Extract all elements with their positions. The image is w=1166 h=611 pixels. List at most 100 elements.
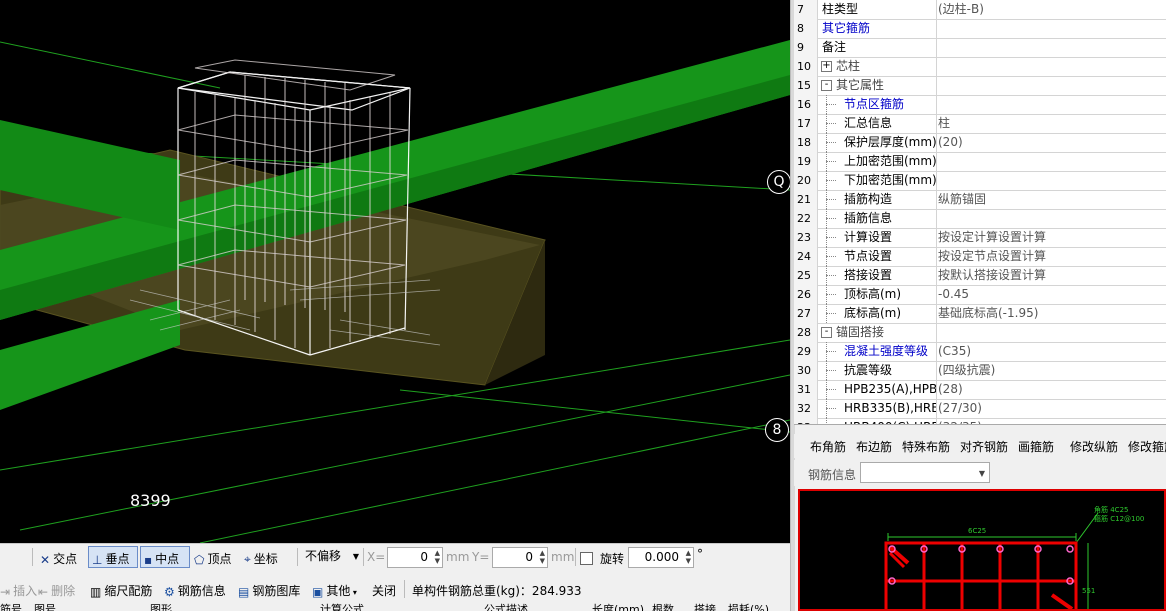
property-row[interactable]: 8 其它箍筋	[794, 19, 1166, 39]
3d-viewport[interactable]: Q 8 8399	[0, 0, 790, 543]
property-value[interactable]: (20)	[936, 133, 1166, 152]
layout-edge-rebar-button[interactable]: 布边筋	[856, 438, 892, 455]
property-row[interactable]: 27 底标高(m) 基础底标高(-1.95)	[794, 304, 1166, 324]
property-value[interactable]: (28)	[936, 380, 1166, 399]
property-value[interactable]	[936, 19, 1166, 38]
column-section-preview[interactable]: 6C25 角筋 4C25 箍筋 C12@100 551	[798, 489, 1166, 611]
column-header[interactable]: 搭接	[694, 603, 716, 611]
property-row[interactable]: 10 + 芯柱	[794, 57, 1166, 77]
property-row[interactable]: 15- 其它属性	[794, 76, 1166, 96]
property-value[interactable]: (32/35)	[936, 418, 1166, 424]
property-grid[interactable]: 7 柱类型 (边柱-B) 8 其它箍筋 9 备注 10 + 芯柱 15- 其它属性 16 节点区箍筋 17 汇…	[794, 0, 1166, 425]
align-rebar-button[interactable]: 对齐钢筋	[960, 438, 1008, 455]
rebar-library-button[interactable]: ▤ 钢筋图库	[238, 582, 300, 599]
property-value[interactable]: (27/30)	[936, 399, 1166, 418]
property-value[interactable]: 按设定节点设置计算	[936, 247, 1166, 266]
property-row[interactable]: 26 顶标高(m) -0.45	[794, 285, 1166, 305]
rebar-info-select[interactable]: ▼	[860, 462, 990, 483]
offset-mode-select[interactable]: 不偏移 ▼	[301, 547, 361, 568]
property-value[interactable]: (C35)	[936, 342, 1166, 361]
property-row[interactable]: 25 搭接设置 按默认搭接设置计算	[794, 266, 1166, 286]
tree-connector	[826, 218, 836, 219]
delete-button[interactable]: ⇤ 删除	[38, 582, 75, 599]
spinner-icon[interactable]: ▲ ▼	[435, 549, 440, 565]
property-value[interactable]: -0.45	[936, 285, 1166, 304]
expand-icon[interactable]: +	[821, 61, 832, 72]
property-value[interactable]: 柱	[936, 114, 1166, 133]
property-value[interactable]	[936, 323, 1166, 342]
property-row[interactable]: 17 汇总信息 柱	[794, 114, 1166, 134]
column-header[interactable]: 图号	[34, 603, 56, 611]
snap-intersection-button[interactable]: ✕ 交点	[40, 550, 77, 567]
rotate-angle-input[interactable]: 0.000 ▲ ▼	[628, 547, 694, 568]
spinner-icon[interactable]: ▲ ▼	[540, 549, 545, 565]
property-value[interactable]	[936, 95, 1166, 114]
x-unit: mm	[446, 550, 470, 564]
property-value[interactable]	[936, 171, 1166, 190]
property-name-label: 节点区箍筋	[844, 97, 905, 111]
snap-vertex-button[interactable]: ⬠ 顶点	[194, 550, 231, 567]
property-value[interactable]: 基础底标高(-1.95)	[936, 304, 1166, 323]
column-header[interactable]: 筋号	[0, 603, 22, 611]
property-row[interactable]: 28- 锚固搭接	[794, 323, 1166, 343]
collapse-icon[interactable]: -	[821, 80, 832, 91]
column-header[interactable]: 损耗(%)	[728, 603, 769, 611]
draw-stirrup-button[interactable]: 画箍筋	[1018, 438, 1054, 455]
property-row[interactable]: 24 节点设置 按设定节点设置计算	[794, 247, 1166, 267]
rotate-angle-value: 0.000	[644, 550, 679, 564]
property-row[interactable]: 20 下加密范围(mm)	[794, 171, 1166, 191]
modify-longitudinal-button[interactable]: 修改纵筋	[1070, 438, 1118, 455]
column-header[interactable]: 公式描述	[484, 603, 528, 611]
property-value[interactable]	[936, 209, 1166, 228]
property-value[interactable]: 纵筋锚固	[936, 190, 1166, 209]
scale-rebar-button[interactable]: ▥ 缩尺配筋	[90, 582, 152, 599]
tree-connector	[826, 408, 836, 409]
close-button[interactable]: 关闭	[372, 582, 396, 599]
snap-coordinate-button[interactable]: ⌖ 坐标	[244, 550, 278, 567]
column-header[interactable]: 长度(mm)	[592, 603, 644, 611]
axis-marker-8[interactable]: 8	[765, 418, 789, 442]
snap-midpoint-button[interactable]: ▪ 中点	[140, 546, 190, 568]
property-row[interactable]: 23 计算设置 按设定计算设置计算	[794, 228, 1166, 248]
column-header[interactable]: 图形	[150, 603, 172, 611]
property-row[interactable]: 7 柱类型 (边柱-B)	[794, 0, 1166, 20]
property-value[interactable]: 按默认搭接设置计算	[936, 266, 1166, 285]
property-name: 插筋信息	[818, 209, 937, 228]
x-offset-input[interactable]: 0 ▲ ▼	[387, 547, 443, 568]
property-row[interactable]: 32 HRB335(B),HRB3 (27/30)	[794, 399, 1166, 419]
collapse-icon[interactable]: -	[821, 327, 832, 338]
other-menu-button[interactable]: ▣ 其他 ▾	[312, 582, 357, 599]
property-row[interactable]: 29 混凝土强度等级 (C35)	[794, 342, 1166, 362]
column-header[interactable]: 根数	[652, 603, 674, 611]
property-row[interactable]: 18 保护层厚度(mm) (20)	[794, 133, 1166, 153]
rotate-checkbox[interactable]	[580, 552, 593, 565]
rebar-info-button[interactable]: ⚙ 钢筋信息	[164, 582, 226, 599]
property-value[interactable]: 按设定计算设置计算	[936, 228, 1166, 247]
property-name-label: HRB400(C),HRB4	[844, 418, 936, 424]
modify-stirrup-button[interactable]: 修改箍筋	[1128, 438, 1166, 455]
property-row[interactable]: 21 插筋构造 纵筋锚固	[794, 190, 1166, 210]
property-value[interactable]: (四级抗震)	[936, 361, 1166, 380]
layout-corner-rebar-button[interactable]: 布角筋	[810, 438, 846, 455]
property-row[interactable]: 30 抗震等级 (四级抗震)	[794, 361, 1166, 381]
property-row[interactable]: 9 备注	[794, 38, 1166, 58]
y-offset-input[interactable]: 0 ▲ ▼	[492, 547, 548, 568]
property-value[interactable]	[936, 152, 1166, 171]
property-value[interactable]	[936, 76, 1166, 95]
axis-marker-q[interactable]: Q	[767, 170, 790, 194]
property-row[interactable]: 22 插筋信息	[794, 209, 1166, 229]
property-value[interactable]: (边柱-B)	[936, 0, 1166, 19]
spinner-icon[interactable]: ▲ ▼	[686, 549, 691, 565]
special-rebar-button[interactable]: 特殊布筋	[902, 438, 950, 455]
column-header[interactable]: 计算公式	[320, 603, 364, 611]
snap-perpendicular-button[interactable]: ⊥ 垂点	[88, 546, 138, 568]
property-row[interactable]: 31 HPB235(A),HPB3 (28)	[794, 380, 1166, 400]
property-row[interactable]: 16 节点区箍筋	[794, 95, 1166, 115]
insert-button[interactable]: ⇥ 插入	[0, 582, 37, 599]
rebar-library-icon: ▤	[238, 584, 250, 599]
snap-vertex-label: 顶点	[207, 552, 232, 566]
property-row[interactable]: 19 上加密范围(mm)	[794, 152, 1166, 172]
property-value[interactable]	[936, 38, 1166, 57]
property-row[interactable]: 33 HRB400(C),HRB4(32/35)	[794, 418, 1166, 424]
property-value[interactable]	[936, 57, 1166, 76]
